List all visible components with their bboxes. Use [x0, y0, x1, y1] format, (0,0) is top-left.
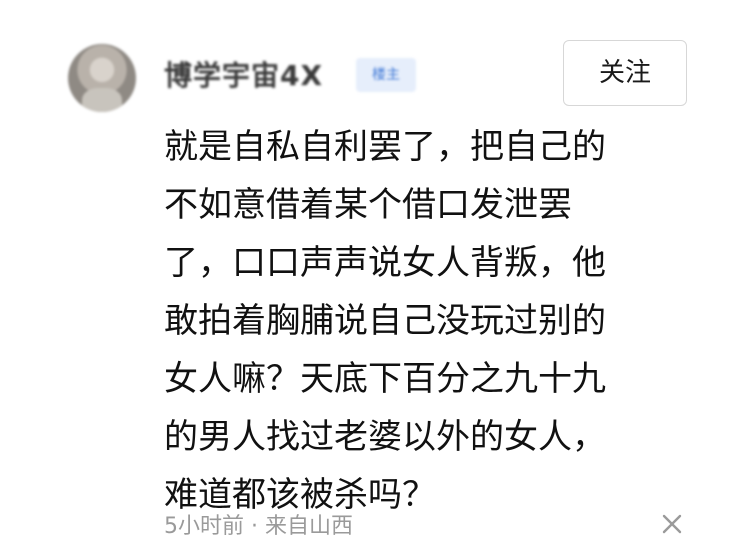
comment-line: 了，口口声声说女人背叛，他: [164, 243, 606, 283]
comment-line: 就是自私自利罢了，把自己的: [164, 127, 606, 167]
comment-card: 博学宇宙4X 楼主 关注 就是自私自利罢了，把自己的 不如意借着某个借口发泄罢 …: [0, 0, 740, 552]
timestamp: 5小时前: [164, 514, 244, 539]
comment-line: 女人嘛？天底下百分之九十九: [164, 359, 606, 399]
meta-separator: ·: [251, 514, 258, 539]
follow-button[interactable]: 关注: [563, 40, 687, 106]
avatar[interactable]: [68, 44, 136, 112]
location: 来自山西: [265, 514, 354, 539]
comment-line: 的男人找过老婆以外的女人，: [164, 417, 606, 457]
comment-text: 就是自私自利罢了，把自己的 不如意借着某个借口发泄罢 了，口口声声说女人背叛，他…: [164, 118, 684, 524]
comment-line: 不如意借着某个借口发泄罢: [164, 185, 572, 225]
user-name[interactable]: 博学宇宙4X: [164, 54, 323, 94]
comment-meta: 5小时前 · 来自山西: [164, 508, 353, 540]
comment-line: 敢拍着胸脯说自己没玩过别的: [164, 301, 606, 341]
close-icon[interactable]: [658, 510, 686, 538]
op-badge: 楼主: [356, 58, 416, 92]
